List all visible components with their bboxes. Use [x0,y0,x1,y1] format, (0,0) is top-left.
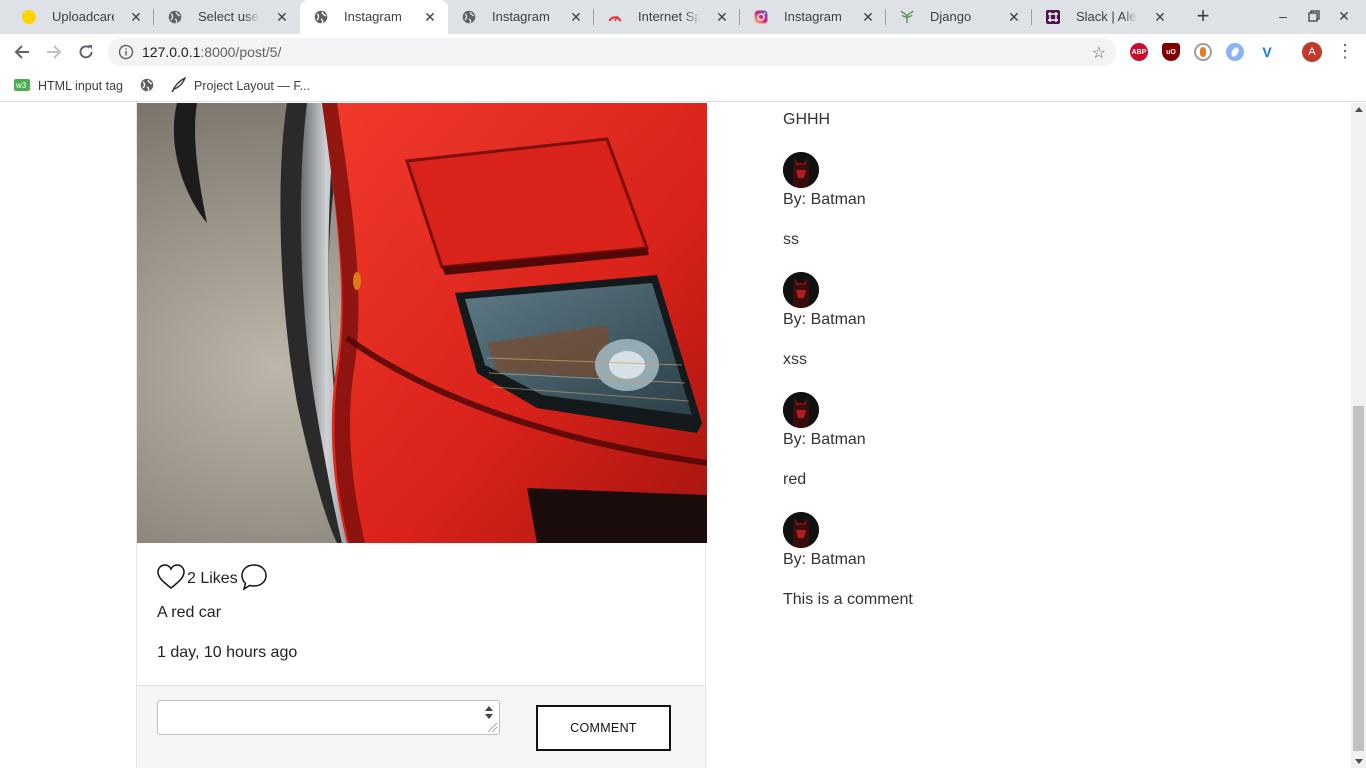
spinner-down-icon[interactable] [485,714,493,719]
ublock-icon[interactable]: uO [1162,43,1180,61]
post-card: 2 Likes A red car 1 day, 10 hours ago CO… [136,103,707,768]
close-icon[interactable]: ✕ [568,9,584,25]
post-image [137,103,707,543]
bookmark-label: Project Layout — F... [194,79,311,93]
extension-v-icon[interactable]: V [1258,43,1276,61]
comment-text: ss [783,231,799,248]
bookmark-globe[interactable] [140,77,154,95]
extension-blue-icon[interactable] [1226,43,1244,61]
tab-title: Uploadcare [52,9,114,24]
globe-icon [168,10,182,24]
close-icon[interactable]: ✕ [1006,9,1022,25]
browser-toolbar: 127.0.0.1:8000/post/5/ ☆ ABP uO V A ⋮ [0,34,1366,70]
restore-icon[interactable] [1306,8,1322,24]
bookmark-star-icon[interactable]: ☆ [1092,43,1106,63]
address-bar[interactable]: 127.0.0.1:8000/post/5/ ☆ [108,38,1116,66]
close-window-icon[interactable]: ✕ [1336,8,1352,24]
comment-text: xss [783,351,807,368]
info-icon[interactable] [118,44,134,60]
close-icon[interactable]: ✕ [1152,9,1168,25]
back-icon[interactable] [12,42,32,62]
comment-button[interactable]: COMMENT [536,705,671,751]
svg-text:w3: w3 [15,81,27,90]
page-viewport: 2 Likes A red car 1 day, 10 hours ago CO… [0,103,1366,768]
url-path: :8000/post/5/ [200,44,282,60]
close-icon[interactable]: ✕ [714,9,730,25]
url-host: 127.0.0.1 [142,44,201,60]
extension-orange-icon[interactable] [1194,43,1212,61]
minimize-icon[interactable]: – [1275,8,1291,24]
globe-icon [140,78,154,95]
post-timestamp: 1 day, 10 hours ago [157,644,298,661]
page-scrollbar[interactable] [1351,103,1366,768]
comment-text: red [783,471,807,488]
forward-icon[interactable] [44,42,64,62]
close-icon[interactable]: ✕ [422,9,438,25]
menu-icon[interactable]: ⋮ [1336,42,1354,62]
post-actions: 2 Likes [157,563,268,596]
comment-author: By: Batman [783,191,866,208]
comment-text: This is a comment [783,591,913,608]
slack-icon [1046,10,1060,24]
tab-internet-speed[interactable]: Internet Speed ✕ [594,0,740,34]
reload-icon[interactable] [76,42,96,62]
comment-text: GHHH [783,111,831,128]
tab-title: Django [930,9,972,24]
spinner-up-icon[interactable] [485,706,493,711]
tab-title: Instagram [492,9,550,24]
tab-uploadcare[interactable]: Uploadcare ✕ [8,0,154,34]
heart-icon[interactable] [157,563,185,595]
bookmarks-bar: w3 HTML input tag Project Layout — F... [0,70,1366,102]
django-icon [900,10,914,24]
w3schools-icon: w3 [14,78,30,94]
globe-icon [462,10,476,24]
close-icon[interactable]: ✕ [274,9,290,25]
tab-strip: Uploadcare ✕ Select user to c ✕ Instagra… [0,0,1366,34]
globe-icon [314,10,328,24]
avatar [783,272,819,308]
adblock-plus-icon[interactable]: ABP [1130,43,1148,61]
tab-slack[interactable]: Slack | Alexna ✕ [1032,0,1178,34]
likes-count: 2 Likes [187,570,238,587]
avatar [783,512,819,548]
scrollbar-thumb[interactable] [1353,406,1364,751]
bookmark-project-layout[interactable]: Project Layout — F... [170,76,311,96]
new-tab-button[interactable]: + [1192,5,1214,28]
instagram-icon [754,10,768,24]
url-text: 127.0.0.1:8000/post/5/ [142,44,281,60]
scroll-up-icon[interactable] [1355,107,1363,112]
comment-icon[interactable] [240,563,268,596]
close-icon[interactable]: ✕ [860,9,876,25]
profile-avatar[interactable]: A [1302,42,1322,62]
tab-instagram[interactable]: Instagram ✕ [448,0,594,34]
tab-django[interactable]: Django ✕ [886,0,1032,34]
bookmark-label: HTML input tag [38,79,123,93]
avatar [783,392,819,428]
speedtest-icon [608,10,622,24]
scroll-down-icon[interactable] [1355,759,1363,764]
post-caption: A red car [157,604,222,621]
tab-instagram-2[interactable]: Instagram ✕ [740,0,886,34]
resize-handle-icon[interactable] [488,723,497,732]
comment-author: By: Batman [783,431,866,448]
tab-title: Instagram [784,9,842,24]
comment-author: By: Batman [783,551,866,568]
tab-title: Internet Speed [638,9,700,24]
bookmark-html-input-tag[interactable]: w3 HTML input tag [14,77,123,95]
tab-title: Select user to c [198,9,260,24]
avatar [783,152,819,188]
uploadcare-icon [22,10,36,24]
tab-select-user[interactable]: Select user to c ✕ [154,0,300,34]
comment-form: COMMENT [137,685,705,768]
close-icon[interactable]: ✕ [128,9,144,25]
tab-title: Slack | Alexna [1076,9,1138,24]
tab-title: Instagram [344,9,402,24]
tab-instagram-active[interactable]: Instagram ✕ [300,0,448,34]
comment-author: By: Batman [783,311,866,328]
comment-input[interactable] [157,700,500,735]
feather-icon [170,76,187,96]
